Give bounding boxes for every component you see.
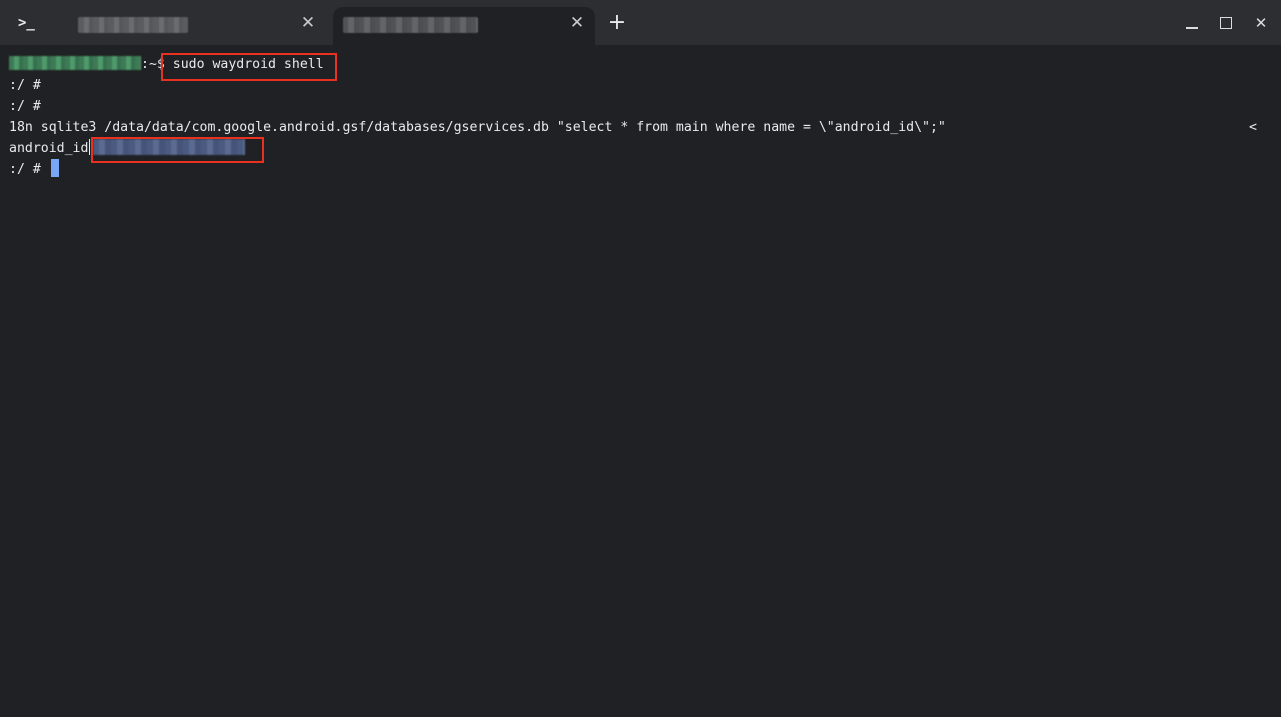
tab-1-close-icon[interactable]: ✕ [298,13,318,33]
tab-bar: >_ ✕ ✕ + ✕ [0,0,1281,45]
terminal-app-icon[interactable]: >_ [18,12,54,34]
line-wrap-marker: < [1249,120,1257,135]
android-id-highlight-box [91,137,264,163]
terminal-output[interactable]: :~$ sudo waydroid shell :/ # :/ # 18n sq… [0,45,1281,717]
shell-prompt-line: :/ # [9,99,41,114]
maximize-icon[interactable] [1214,12,1238,34]
tab-1[interactable]: ✕ [66,7,330,45]
minimize-icon[interactable] [1180,12,1204,34]
command-highlight-box [161,53,337,81]
tab-1-title [78,17,188,33]
window-close-icon[interactable]: ✕ [1249,12,1273,34]
sqlite-command-line: 18n sqlite3 /data/data/com.google.androi… [9,120,946,135]
current-prompt: :/ # [9,162,41,177]
new-tab-button[interactable]: + [605,12,629,34]
tab-2[interactable]: ✕ [333,7,595,45]
current-prompt-line: :/ # [9,159,59,180]
tab-2-title [343,17,478,33]
user-host-redacted [9,56,141,70]
shell-prompt-line: :/ # [9,78,41,93]
tab-2-close-icon[interactable]: ✕ [567,13,587,33]
result-label: android_id [9,141,89,156]
text-cursor [50,159,59,177]
terminal-window: >_ ✕ ✕ + ✕ :~$ sudo waydroid shell :/ # … [0,0,1281,717]
